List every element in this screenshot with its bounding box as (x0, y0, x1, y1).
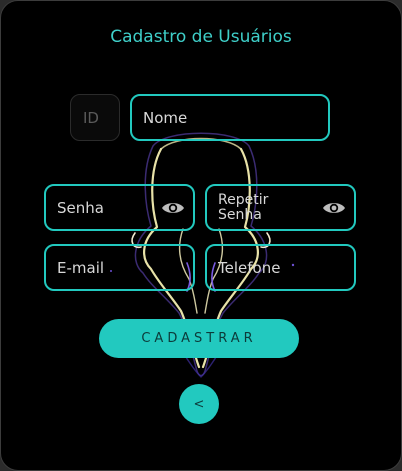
name-field[interactable]: Nome (130, 94, 330, 141)
page-title: Cadastro de Usuários (110, 27, 292, 47)
eye-icon[interactable] (161, 200, 185, 216)
registration-card: Cadastro de Usuários ID Nome Senha Repet… (0, 0, 402, 471)
password-field[interactable]: Senha (44, 184, 195, 231)
email-placeholder: E-mail (57, 258, 105, 277)
phone-placeholder: Telefone (218, 258, 281, 277)
id-field[interactable]: ID (70, 94, 120, 141)
back-button[interactable]: < (179, 384, 219, 424)
register-button[interactable]: CADASTRAR (99, 319, 299, 358)
eye-icon[interactable] (322, 200, 346, 216)
email-field[interactable]: E-mail (44, 244, 195, 291)
repeat-password-line1: Repetir (218, 191, 269, 208)
repeat-password-line2: Senha (218, 206, 262, 223)
repeat-password-field[interactable]: Repetir Senha (205, 184, 356, 231)
phone-field[interactable]: Telefone (205, 244, 356, 291)
repeat-password-placeholder: Repetir Senha (218, 191, 269, 223)
password-placeholder: Senha (57, 198, 104, 217)
name-placeholder: Nome (143, 108, 188, 127)
id-placeholder: ID (83, 108, 99, 127)
